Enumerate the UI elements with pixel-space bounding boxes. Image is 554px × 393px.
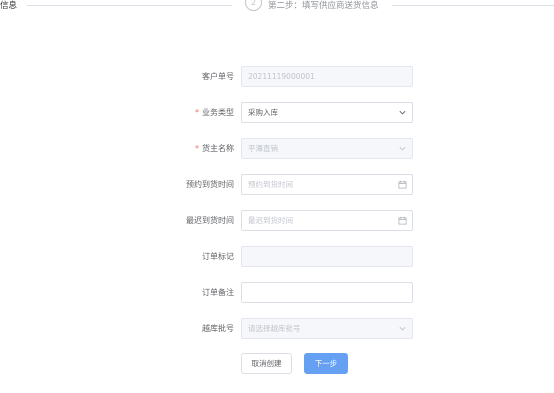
chevron-down-icon	[399, 326, 406, 331]
form-row-order-note: 订单备注	[0, 282, 554, 304]
owner-name-label: * 货主名称	[195, 144, 234, 153]
form-row-latest-time: 最迟到货时间 最迟到货时间	[0, 210, 554, 232]
form-row-business-type: * 业务类型 采购入库	[0, 102, 554, 124]
business-type-label: * 业务类型	[195, 108, 234, 117]
latest-time-picker[interactable]: 最迟到货时间	[241, 210, 413, 231]
chevron-down-icon	[399, 110, 406, 115]
form-row-transit-batch: 越库批号 请选择越库批号	[0, 318, 554, 340]
latest-time-label: 最迟到货时间	[186, 216, 234, 225]
step1-label: 信息	[0, 1, 18, 11]
order-mark-label: 订单标记	[202, 252, 234, 261]
order-note-input[interactable]	[241, 282, 413, 303]
calendar-icon	[398, 216, 407, 225]
order-note-label: 订单备注	[202, 288, 234, 297]
form-row-customer-no: 客户单号 20211119000001	[0, 66, 554, 88]
calendar-icon	[398, 180, 407, 189]
step-divider	[27, 5, 232, 6]
form-row-appointment-time: 预约到货时间 预约到货时间	[0, 174, 554, 196]
form-row-order-mark: 订单标记	[0, 246, 554, 268]
order-mark-input	[241, 246, 413, 267]
owner-name-select: 平潭直销	[241, 138, 413, 159]
step-divider	[392, 5, 554, 6]
transit-batch-select: 请选择越库批号	[241, 318, 413, 339]
required-mark: *	[195, 108, 199, 117]
required-mark: *	[195, 144, 199, 153]
next-step-button[interactable]: 下一步	[304, 353, 348, 374]
steps-header: 信息 2 第二步：填写供应商送货信息	[0, 0, 554, 14]
appointment-time-picker[interactable]: 预约到货时间	[241, 174, 413, 195]
form-row-owner-name: * 货主名称 平潭直销	[0, 138, 554, 160]
business-type-select[interactable]: 采购入库	[241, 102, 413, 123]
transit-batch-label: 越库批号	[202, 324, 234, 333]
step2-number-icon: 2	[245, 0, 262, 11]
customer-no-input: 20211119000001	[241, 66, 413, 87]
customer-no-label: 客户单号	[202, 72, 234, 81]
step2-label: 第二步：填写供应商送货信息	[268, 1, 379, 11]
appointment-time-label: 预约到货时间	[186, 180, 234, 189]
chevron-down-icon	[399, 146, 406, 151]
cancel-create-button[interactable]: 取消创建	[241, 353, 292, 374]
